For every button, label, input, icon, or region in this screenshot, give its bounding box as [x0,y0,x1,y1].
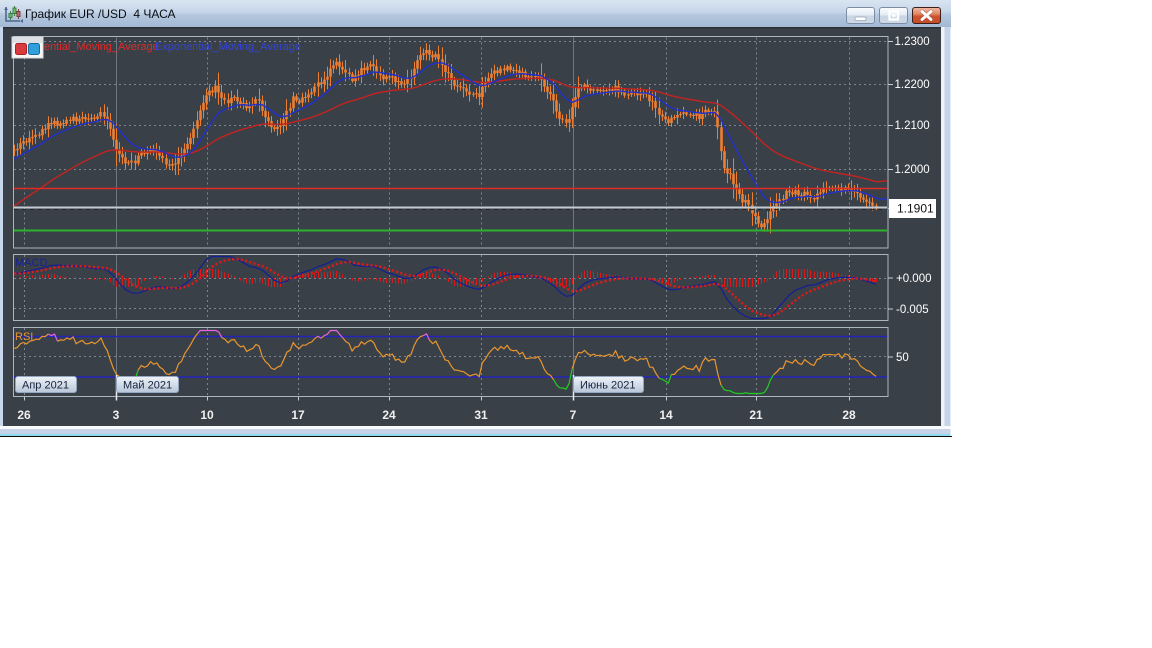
svg-text:50: 50 [896,352,909,364]
svg-text:1.2200: 1.2200 [895,79,930,91]
svg-text:ential_Moving_Average: ential_Moving_Average [44,41,159,53]
svg-text:-0.005: -0.005 [896,304,929,316]
svg-text:28: 28 [842,408,856,422]
svg-text:Май 2021: Май 2021 [123,380,172,392]
svg-text:Exponential_Moving_Average: Exponential_Moving_Average [155,41,301,53]
svg-text:10: 10 [200,408,214,422]
svg-text:RSI: RSI [15,331,33,343]
svg-text:1.2000: 1.2000 [895,164,930,176]
svg-text:+0.000: +0.000 [896,273,932,285]
svg-text:24: 24 [382,408,396,422]
svg-text:7: 7 [570,408,577,422]
svg-text:26: 26 [17,408,31,422]
svg-text:14: 14 [659,408,673,422]
svg-text:3: 3 [113,408,120,422]
svg-text:17: 17 [291,408,305,422]
svg-text:Апр 2021: Апр 2021 [22,380,69,392]
svg-text:1.2100: 1.2100 [895,120,930,132]
svg-text:1.2300: 1.2300 [895,36,930,48]
svg-text:1.1901: 1.1901 [897,202,934,216]
svg-text:31: 31 [474,408,488,422]
svg-text:MACD: MACD [15,257,47,269]
svg-text:21: 21 [749,408,763,422]
svg-text:Июнь 2021: Июнь 2021 [580,380,636,392]
